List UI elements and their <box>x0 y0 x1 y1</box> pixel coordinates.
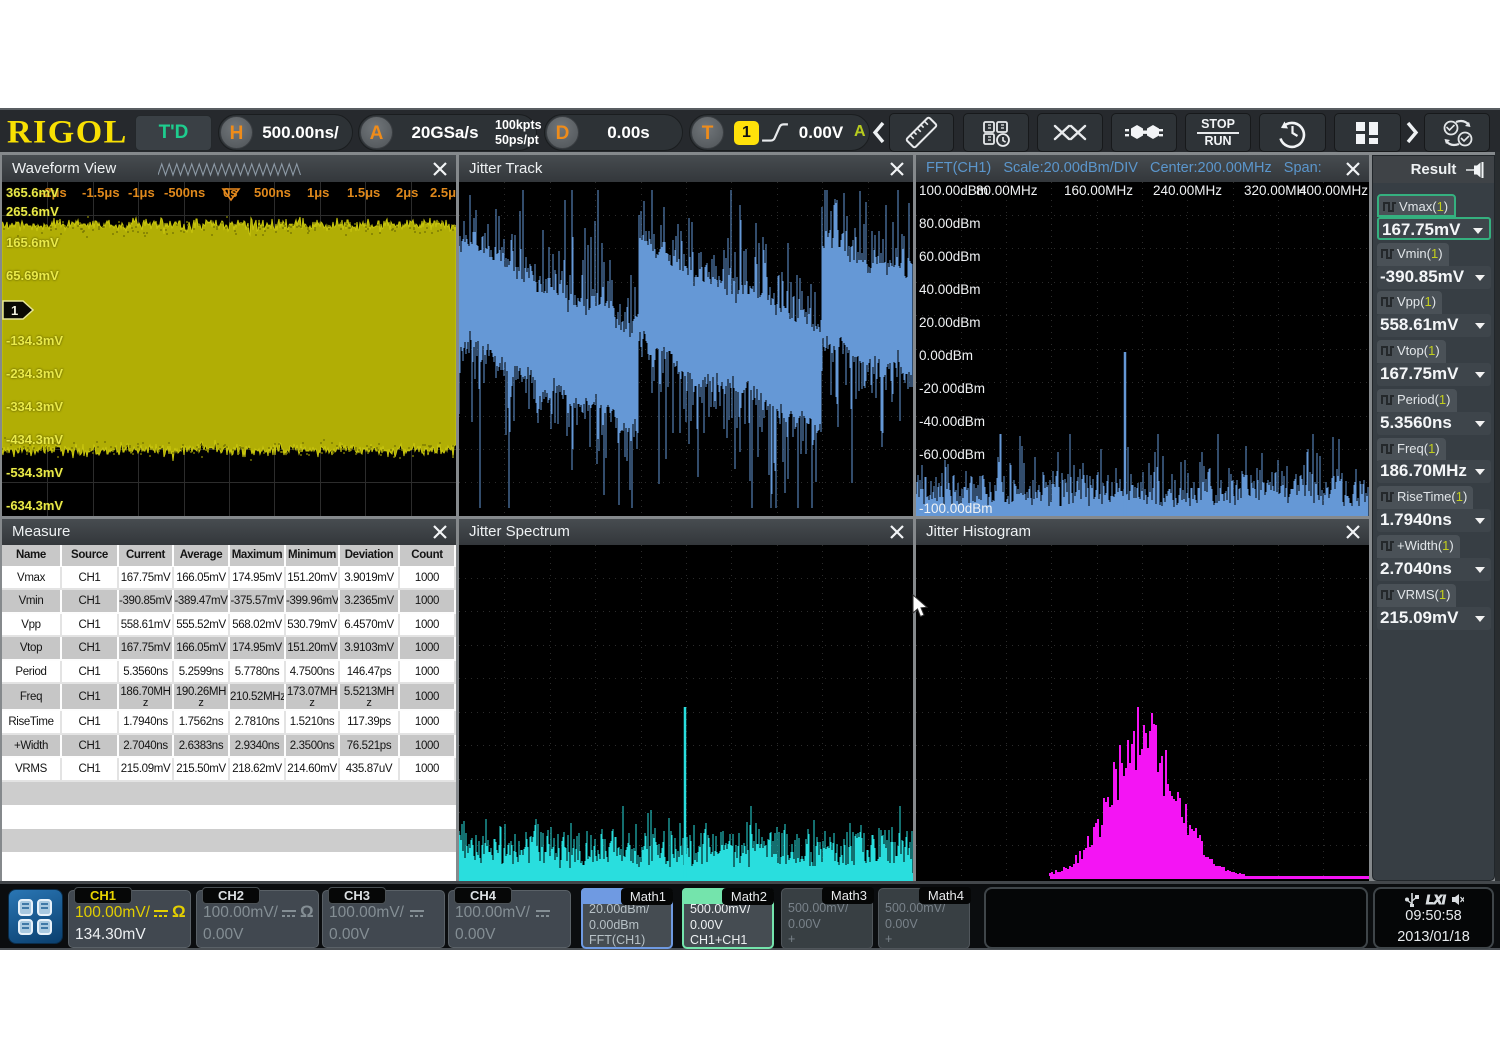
svg-text:1: 1 <box>11 303 18 318</box>
svg-text:LXI: LXI <box>1426 893 1446 907</box>
